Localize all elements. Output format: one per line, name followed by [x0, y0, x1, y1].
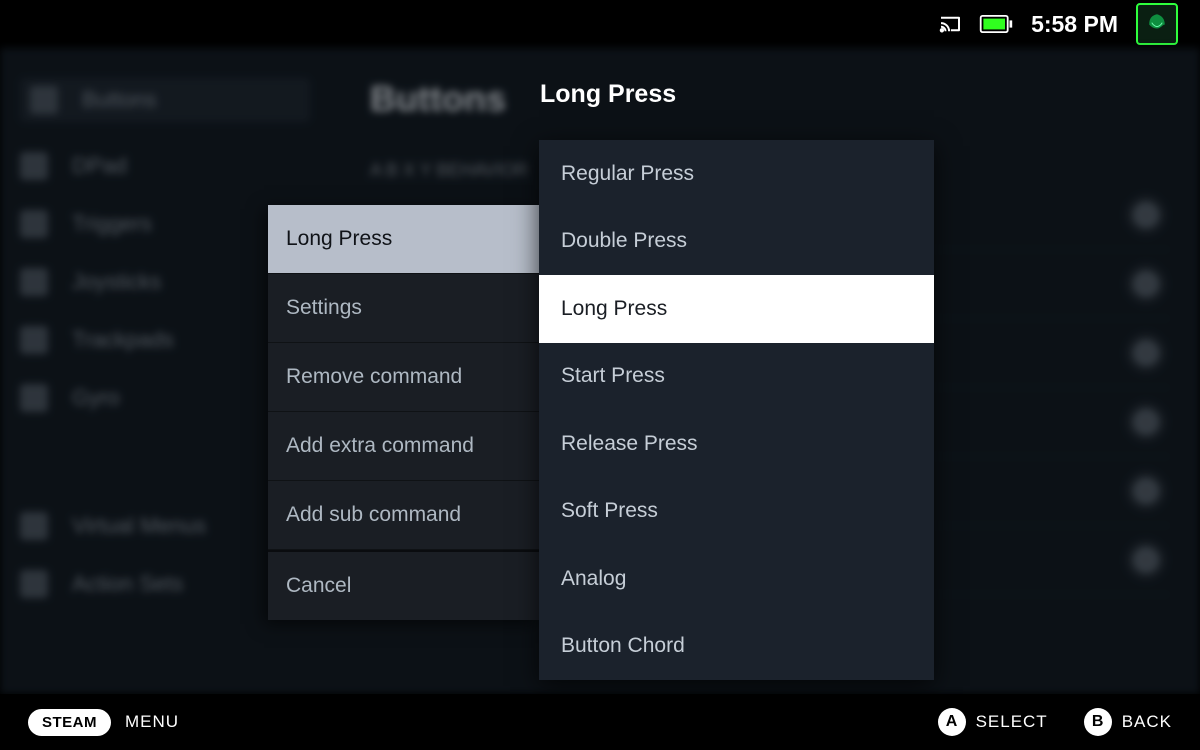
battery-full-icon	[979, 15, 1013, 33]
dd-double-press[interactable]: Double Press	[539, 208, 934, 276]
dd-release-press[interactable]: Release Press	[539, 410, 934, 478]
b-button-icon: B	[1084, 708, 1112, 736]
footer-bar: STEAM MENU A SELECT B BACK	[0, 694, 1200, 750]
ctx-add-extra-command[interactable]: Add extra command	[268, 412, 539, 481]
ctx-settings[interactable]: Settings	[268, 274, 539, 343]
avatar[interactable]	[1136, 3, 1178, 45]
clock: 5:58 PM	[1031, 11, 1118, 38]
dropdown-title: Long Press	[540, 80, 676, 109]
cast-icon	[939, 15, 961, 33]
dd-button-chord[interactable]: Button Chord	[539, 613, 934, 681]
context-menu: Long Press Settings Remove command Add e…	[268, 205, 539, 620]
steam-button[interactable]: STEAM	[28, 709, 111, 736]
dd-analog[interactable]: Analog	[539, 545, 934, 613]
header-bar: 5:58 PM	[0, 0, 1200, 48]
select-hint: A SELECT	[938, 708, 1048, 736]
menu-label: MENU	[125, 712, 179, 732]
dd-regular-press[interactable]: Regular Press	[539, 140, 934, 208]
a-button-icon: A	[938, 708, 966, 736]
dd-long-press[interactable]: Long Press	[539, 275, 934, 343]
ctx-long-press[interactable]: Long Press	[268, 205, 539, 274]
dd-soft-press[interactable]: Soft Press	[539, 478, 934, 546]
ctx-cancel[interactable]: Cancel	[268, 550, 539, 620]
ctx-remove-command[interactable]: Remove command	[268, 343, 539, 412]
back-hint: B BACK	[1084, 708, 1172, 736]
ctx-add-sub-command[interactable]: Add sub command	[268, 481, 539, 550]
press-type-dropdown: Regular Press Double Press Long Press St…	[539, 140, 934, 680]
dd-start-press[interactable]: Start Press	[539, 343, 934, 411]
